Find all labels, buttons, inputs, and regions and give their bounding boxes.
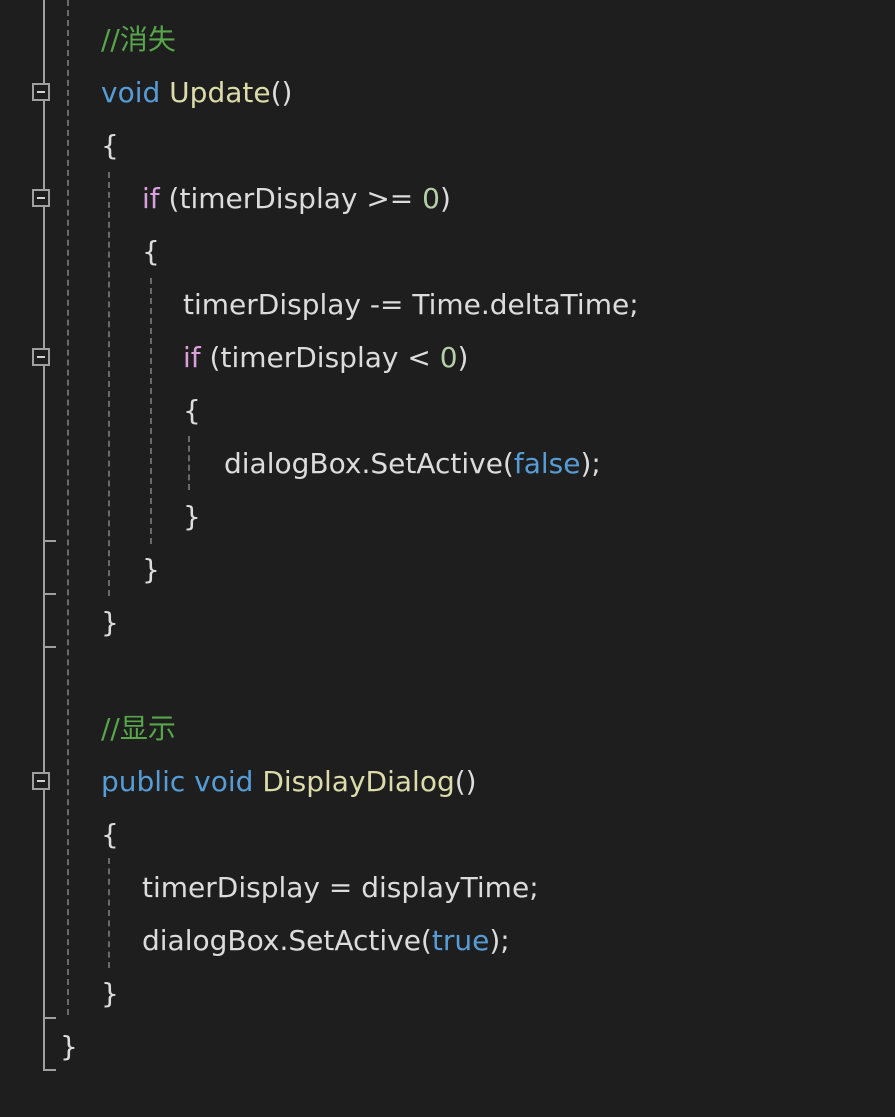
code-token-text: );: [580, 447, 601, 480]
code-line[interactable]: //显示: [101, 702, 176, 755]
code-token-text: }: [183, 500, 201, 533]
code-token-text: dialogBox.SetActive(: [142, 924, 432, 957]
collapse-icon[interactable]: [32, 772, 50, 790]
code-line[interactable]: if (timerDisplay < 0): [183, 331, 468, 384]
outline-end-tick: [43, 646, 56, 648]
code-token-method: DisplayDialog: [262, 765, 455, 798]
code-line[interactable]: {: [142, 225, 160, 278]
code-token-control: if: [142, 182, 160, 215]
code-token-text: timerDisplay -= Time.deltaTime;: [183, 288, 639, 321]
code-token-text: {: [183, 394, 201, 427]
outline-end-tick: [43, 593, 56, 595]
code-line[interactable]: timerDisplay = displayTime;: [142, 861, 539, 914]
code-token-text: ): [457, 341, 469, 374]
indent-guide: [108, 858, 110, 968]
indent-guide: [67, 0, 69, 1015]
code-token-text: }: [101, 606, 119, 639]
collapse-icon[interactable]: [32, 189, 50, 207]
code-token-text: (): [454, 765, 477, 798]
outline-end-tick: [43, 1017, 56, 1019]
code-token-text: );: [489, 924, 510, 957]
code-token-comment: //消失: [101, 23, 176, 56]
outline-end-tick: [43, 540, 56, 542]
code-token-text: {: [101, 818, 119, 851]
code-line[interactable]: dialogBox.SetActive(false);: [224, 437, 601, 490]
code-token-text: {: [142, 235, 160, 268]
code-token-text: }: [101, 977, 119, 1010]
indent-guide: [188, 436, 190, 490]
code-token-text: }: [142, 553, 160, 586]
code-token-number: 0: [422, 182, 440, 215]
code-line[interactable]: void Update(): [101, 66, 292, 119]
code-token-text: (): [270, 76, 293, 109]
code-line[interactable]: timerDisplay -= Time.deltaTime;: [183, 278, 639, 331]
code-token-text: (timerDisplay >=: [159, 182, 423, 215]
code-line[interactable]: }: [142, 543, 160, 596]
code-token-text: }: [60, 1030, 78, 1063]
code-line[interactable]: {: [183, 384, 201, 437]
code-token-text: (timerDisplay <: [200, 341, 440, 374]
code-token-text: dialogBox.SetActive(: [224, 447, 514, 480]
code-line[interactable]: }: [183, 490, 201, 543]
code-token-keyword: false: [513, 447, 581, 480]
code-token-text: ): [440, 182, 451, 215]
code-line[interactable]: {: [101, 808, 119, 861]
code-token-keyword: void: [101, 76, 161, 109]
code-line[interactable]: }: [101, 967, 119, 1020]
indent-guide: [108, 172, 110, 596]
code-line[interactable]: }: [60, 1020, 78, 1073]
code-token-comment: //显示: [101, 712, 176, 745]
code-line[interactable]: dialogBox.SetActive(true);: [142, 914, 510, 967]
code-token-text: {: [101, 129, 119, 162]
collapse-icon[interactable]: [32, 348, 50, 366]
code-token-keyword: public: [101, 765, 186, 798]
collapse-icon[interactable]: [32, 83, 50, 101]
code-token-control: if: [183, 341, 201, 374]
code-token-keyword: true: [431, 924, 490, 957]
code-line[interactable]: public void DisplayDialog(): [101, 755, 477, 808]
indent-guide: [150, 278, 152, 544]
code-line[interactable]: {: [101, 119, 119, 172]
outline-end-tick: [43, 1069, 56, 1071]
code-token-number: 0: [439, 341, 458, 374]
code-line[interactable]: if (timerDisplay >= 0): [142, 172, 451, 225]
code-line[interactable]: //消失: [101, 13, 176, 66]
code-token-text: timerDisplay = displayTime;: [142, 871, 539, 904]
code-token-keyword: void: [194, 765, 254, 798]
code-token-method: Update: [169, 76, 271, 109]
code-line[interactable]: }: [101, 596, 119, 649]
outline-margin-line: [43, 0, 45, 1071]
